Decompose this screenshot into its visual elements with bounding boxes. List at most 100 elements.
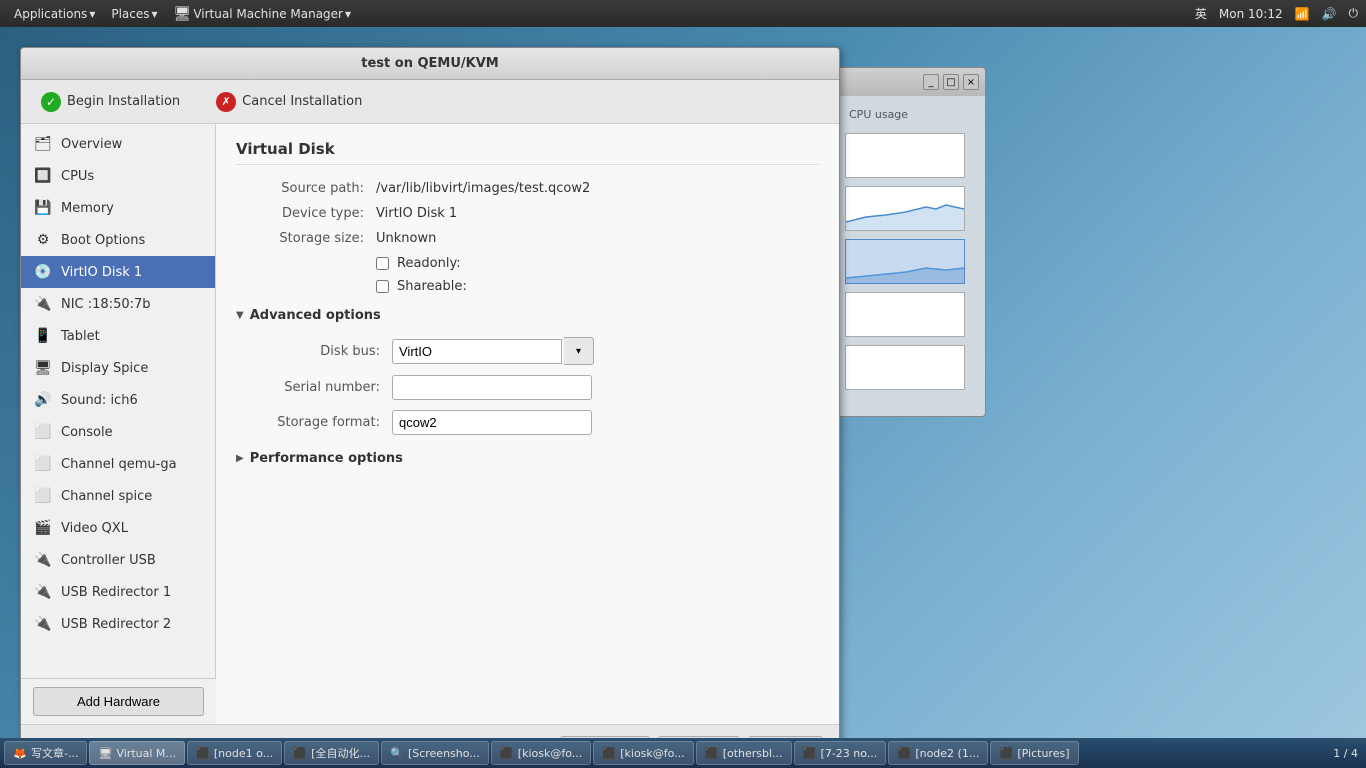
sidebar-item-cpus[interactable]: 🔲 CPUs [21, 160, 215, 192]
sidebar-channel-spice-label: Channel spice [61, 489, 152, 504]
device-type-label: Device type: [236, 206, 376, 221]
taskbar-kiosk1-label: [kiosk@fo... [518, 747, 582, 760]
taskbar-item-node1[interactable]: ⬛ [node1 o... [187, 741, 282, 765]
sidebar-item-display-spice[interactable]: 🖥 Display Spice [21, 352, 215, 384]
vm-background-window: _ □ × CPU usage [836, 67, 986, 417]
sidebar-video-qxl-label: Video QXL [61, 521, 128, 536]
taskbar-write-label: 写文章-... [31, 745, 78, 761]
sidebar-item-memory[interactable]: 💾 Memory [21, 192, 215, 224]
places-arrow: ▾ [152, 7, 158, 21]
device-type-value: VirtIO Disk 1 [376, 206, 457, 221]
cancel-install-label: Cancel Installation [242, 94, 362, 109]
applications-label: Applications [14, 7, 87, 21]
chart-box-1 [845, 133, 965, 178]
power-icon[interactable]: ⏻ [1349, 6, 1359, 21]
dialog-titlebar: test on QEMU/KVM [21, 48, 839, 80]
dialog-toolbar: ✓ Begin Installation ✗ Cancel Installati… [21, 80, 839, 124]
storage-format-input[interactable] [392, 410, 592, 435]
taskbar-vm-label: Virtual M... [116, 747, 175, 760]
taskbar-page-indicator: 1 / 4 [1333, 747, 1362, 760]
sidebar-controller-usb-label: Controller USB [61, 553, 156, 568]
taskbar-item-automation[interactable]: ⬛ [全自动化... [284, 741, 379, 765]
applications-arrow: ▾ [89, 7, 95, 21]
cancel-installation-button[interactable]: ✗ Cancel Installation [208, 88, 370, 116]
taskbar: 🦊 写文章-... 🖥 Virtual M... ⬛ [node1 o... ⬛… [0, 738, 1366, 768]
section-title: Virtual Disk [236, 140, 819, 165]
nic-icon: 🔌 [33, 294, 53, 314]
cpu-chart-svg [846, 187, 964, 230]
disk-bus-label: Disk bus: [252, 344, 392, 359]
sidebar-tablet-label: Tablet [61, 329, 100, 344]
shareable-checkbox[interactable] [376, 280, 389, 293]
sidebar-item-video-qxl[interactable]: 🎬 Video QXL [21, 512, 215, 544]
language-indicator[interactable]: 英 [1195, 5, 1207, 22]
minimize-btn[interactable]: _ [923, 74, 939, 90]
sidebar-item-controller-usb[interactable]: 🔌 Controller USB [21, 544, 215, 576]
begin-installation-button[interactable]: ✓ Begin Installation [33, 88, 188, 116]
chart-svg-active [846, 240, 964, 283]
sidebar-item-nic[interactable]: 🔌 NIC :18:50:7b [21, 288, 215, 320]
sidebar-item-channel-spice[interactable]: ⬜ Channel spice [21, 480, 215, 512]
channel-qemu-icon: ⬜ [33, 454, 53, 474]
sidebar-memory-label: Memory [61, 201, 114, 216]
taskbar-item-screenshot[interactable]: 🔍 [Screensho... [381, 741, 489, 765]
node1-icon: ⬛ [196, 746, 210, 760]
begin-install-label: Begin Installation [67, 94, 180, 109]
sidebar-item-overview[interactable]: 🗂 Overview [21, 128, 215, 160]
display-spice-icon: 🖥 [33, 358, 53, 378]
readonly-checkbox[interactable] [376, 257, 389, 270]
usb-redirect-2-icon: 🔌 [33, 614, 53, 634]
taskbar-automation-label: [全自动化... [311, 745, 370, 761]
taskbar-item-7-23[interactable]: ⬛ [7-23 no... [794, 741, 887, 765]
sidebar-item-sound[interactable]: 🔊 Sound: ich6 [21, 384, 215, 416]
disk-bus-select-wrap: VirtIO IDE SCSI USB SATA ▾ [392, 337, 594, 365]
tablet-icon: 📱 [33, 326, 53, 346]
vm-bg-titlebar: _ □ × [837, 68, 985, 96]
sidebar-usb-redirect-2-label: USB Redirector 2 [61, 617, 171, 632]
taskbar-item-pictures[interactable]: ⬛ [Pictures] [990, 741, 1078, 765]
places-label: Places [111, 7, 149, 21]
cancel-install-icon: ✗ [216, 92, 236, 112]
node2-icon: ⬛ [897, 746, 911, 760]
vm-menu-label: Virtual Machine Manager [193, 7, 343, 21]
sidebar-item-usb-redirect-2[interactable]: 🔌 USB Redirector 2 [21, 608, 215, 640]
add-hardware-button[interactable]: Add Hardware [33, 687, 204, 716]
readonly-label: Readonly: [397, 256, 461, 271]
pictures-icon: ⬛ [999, 746, 1013, 760]
source-path-value: /var/lib/libvirt/images/test.qcow2 [376, 181, 590, 196]
serial-number-row: Serial number: [252, 375, 819, 400]
performance-options-label: Performance options [250, 451, 403, 466]
places-menu[interactable]: Places ▾ [105, 5, 163, 23]
advanced-options-header[interactable]: ▼ Advanced options [236, 302, 819, 329]
storage-format-row: Storage format: [252, 410, 819, 435]
taskbar-item-kiosk1[interactable]: ⬛ [kiosk@fo... [491, 741, 591, 765]
disk-bus-select[interactable]: VirtIO IDE SCSI USB SATA [392, 339, 562, 364]
sidebar-item-channel-qemu[interactable]: ⬜ Channel qemu-ga [21, 448, 215, 480]
close-btn[interactable]: × [963, 74, 979, 90]
taskbar-item-node2[interactable]: ⬛ [node2 (1... [888, 741, 988, 765]
maximize-btn[interactable]: □ [943, 74, 959, 90]
taskbar-item-write[interactable]: 🦊 写文章-... [4, 741, 87, 765]
taskbar-item-kiosk2[interactable]: ⬛ [kiosk@fo... [593, 741, 693, 765]
applications-menu[interactable]: Applications ▾ [8, 5, 101, 23]
disk-bus-dropdown-btn[interactable]: ▾ [564, 337, 594, 365]
vm-menu[interactable]: 🖥 Virtual Machine Manager ▾ [168, 4, 357, 24]
add-hardware-section: Add Hardware [21, 678, 216, 724]
sidebar-item-console[interactable]: ⬜ Console [21, 416, 215, 448]
taskbar-item-vm[interactable]: 🖥 Virtual M... [89, 741, 184, 765]
taskbar-item-others[interactable]: ⬛ [othersbl... [696, 741, 792, 765]
chart-box-3 [845, 239, 965, 284]
write-icon: 🦊 [13, 746, 27, 760]
sidebar-usb-redirect-1-label: USB Redirector 1 [61, 585, 171, 600]
chart-box-5 [845, 345, 965, 390]
taskbar-node1-label: [node1 o... [214, 747, 273, 760]
disk-bus-row: Disk bus: VirtIO IDE SCSI USB SATA ▾ [252, 337, 819, 365]
sidebar-item-boot-options[interactable]: ⚙ Boot Options [21, 224, 215, 256]
overview-icon: 🗂 [33, 134, 53, 154]
serial-number-input[interactable] [392, 375, 592, 400]
sidebar-item-virtio-disk[interactable]: 💿 VirtIO Disk 1 [21, 256, 215, 288]
boot-options-icon: ⚙ [33, 230, 53, 250]
sidebar-item-tablet[interactable]: 📱 Tablet [21, 320, 215, 352]
performance-options-header[interactable]: ▶ Performance options [236, 445, 819, 472]
sidebar-item-usb-redirect-1[interactable]: 🔌 USB Redirector 1 [21, 576, 215, 608]
